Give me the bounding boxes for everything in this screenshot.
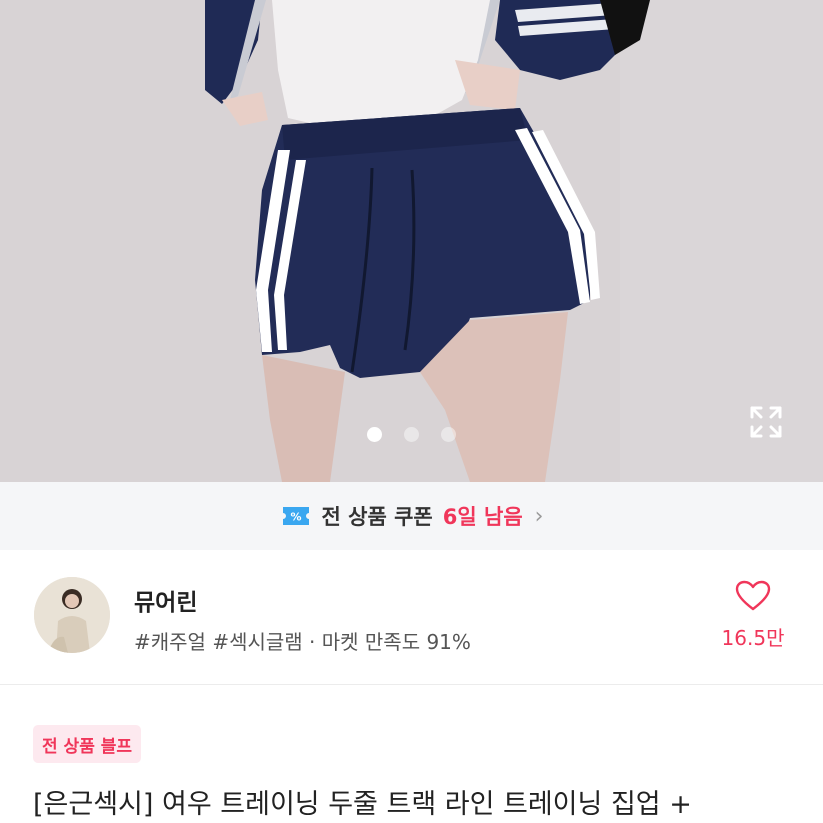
coupon-banner[interactable]: % 전 상품 쿠폰 6일 남음 ›: [0, 482, 823, 550]
coupon-ticket-icon: %: [282, 507, 309, 525]
product-photo-illustration: [0, 0, 823, 482]
seller-info[interactable]: 뮤어린 #캐주얼 #섹시글램 · 마켓 만족도 91% 16.5만: [0, 550, 823, 684]
svg-text:%: %: [290, 511, 301, 524]
expand-icon: [750, 406, 782, 438]
gallery-dot-1[interactable]: [367, 427, 382, 442]
product-image[interactable]: [0, 0, 823, 482]
heart-icon: [735, 580, 771, 611]
coupon-label: 전 상품 쿠폰: [321, 505, 433, 529]
gallery-pagination: [0, 425, 823, 445]
gallery-dot-3[interactable]: [441, 427, 456, 442]
promo-badge: 전 상품 블프: [33, 725, 142, 763]
seller-tags: #캐주얼 #섹시글램 · 마켓 만족도 91%: [134, 630, 471, 654]
seller-avatar[interactable]: [34, 577, 110, 653]
like-button[interactable]: 16.5만: [716, 580, 790, 651]
like-count: 16.5만: [721, 626, 785, 650]
product-title: [은근섹시] 여우 트레이닝 두줄 트랙 라인 트레이닝 집업 +: [33, 789, 692, 820]
expand-image-button[interactable]: [744, 400, 788, 444]
seller-name[interactable]: 뮤어린: [134, 583, 197, 617]
gallery-dot-2[interactable]: [404, 427, 419, 442]
avatar-image: [34, 577, 110, 653]
chevron-right-icon: ›: [534, 503, 544, 529]
section-divider: [0, 684, 823, 685]
coupon-remaining: 6일 남음: [442, 505, 523, 529]
